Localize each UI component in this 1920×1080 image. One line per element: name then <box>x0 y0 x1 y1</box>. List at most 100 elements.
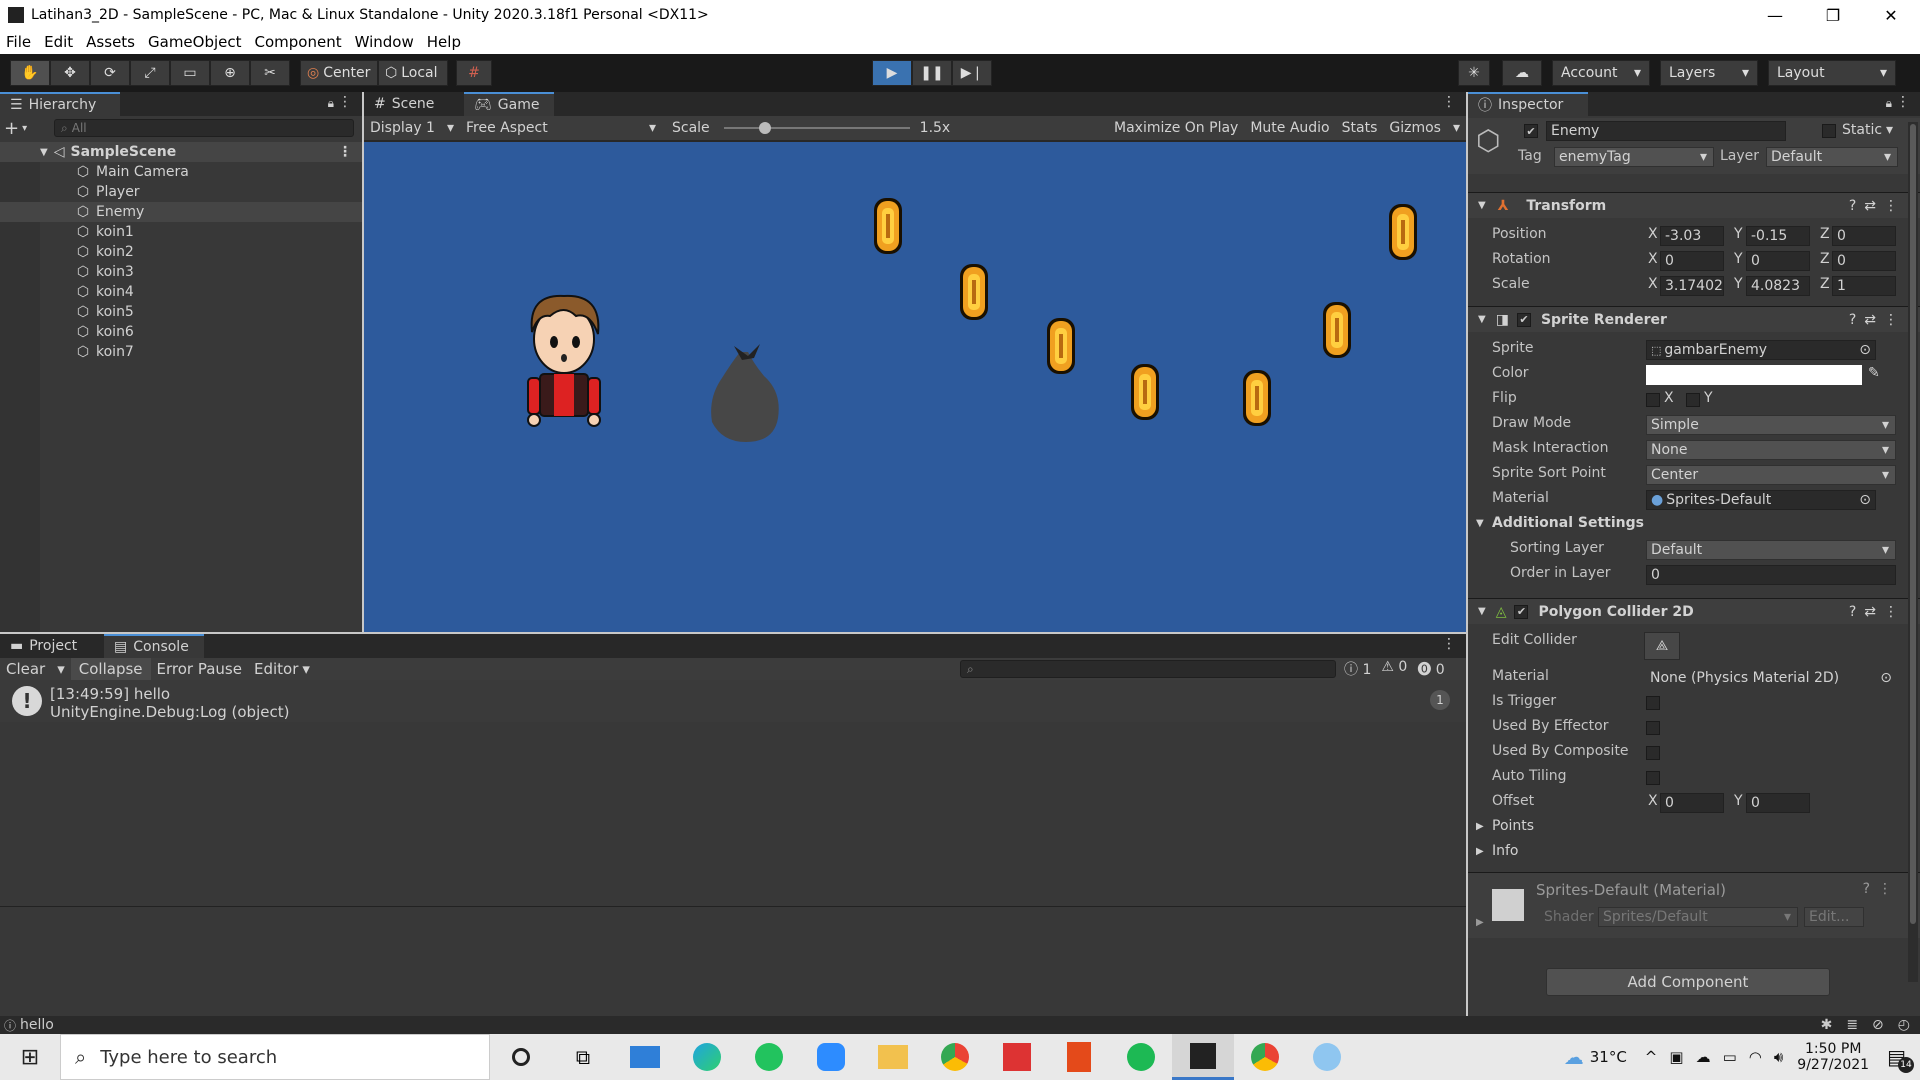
hierarchy-item[interactable]: ⬡ Enemy <box>0 202 362 222</box>
scale-y-field[interactable]: 4.0823 <box>1746 276 1810 296</box>
chrome-icon[interactable] <box>924 1034 986 1080</box>
edit-collider-button[interactable]: ⟁ <box>1644 632 1680 660</box>
object-picker-icon[interactable]: ⊙ <box>1880 670 1892 686</box>
gizmos-toggle[interactable]: Gizmos <box>1383 120 1447 136</box>
sprite-renderer-header[interactable]: ▼ ◨ ✔ Sprite Renderer ?⇄⋮ <box>1468 306 1920 332</box>
weather-temp[interactable]: 31°C <box>1590 1048 1627 1066</box>
offset-y-field[interactable]: 0 <box>1746 793 1810 813</box>
wifi-icon[interactable]: ◠ <box>1749 1048 1762 1066</box>
hierarchy-item[interactable]: ⬡ koin2 <box>0 242 362 262</box>
scale-z-field[interactable]: 1 <box>1832 276 1896 296</box>
position-x-field[interactable]: -3.03 <box>1660 226 1724 246</box>
sprite-renderer-enabled-checkbox[interactable]: ✔ <box>1516 312 1531 327</box>
object-picker-icon[interactable]: ⊙ <box>1859 342 1871 358</box>
menu-help[interactable]: Help <box>427 33 461 51</box>
scroll-thumb[interactable] <box>1910 124 1916 924</box>
more-options-icon[interactable]: ⋮ <box>1442 636 1456 652</box>
notification-icon[interactable]: ▤ 14 <box>1887 1045 1914 1073</box>
auto-tiling-checkbox[interactable] <box>1646 771 1660 785</box>
move-tool-icon[interactable]: ✥ <box>50 60 90 86</box>
error-pause-toggle[interactable]: Error Pause <box>151 660 248 678</box>
hierarchy-item[interactable]: ⬡ koin7 <box>0 342 362 362</box>
network-icon[interactable]: ≣ <box>1846 1017 1858 1033</box>
log-count-toggle[interactable]: ⓘ 1 <box>1344 659 1371 679</box>
sprite-field[interactable]: ⬚ gambarEnemy ⊙ <box>1646 340 1876 360</box>
spotify-icon[interactable] <box>1110 1034 1172 1080</box>
stats-toggle[interactable]: Stats <box>1336 120 1384 136</box>
more-options-icon[interactable]: ⋮ <box>338 94 352 110</box>
is-trigger-checkbox[interactable] <box>1646 696 1660 710</box>
chevron-down-icon[interactable]: ▾ <box>1447 120 1466 136</box>
scale-slider-track[interactable] <box>723 122 910 134</box>
cloud-icon[interactable]: ☁ <box>1502 60 1542 86</box>
add-component-button[interactable]: Add Component <box>1546 968 1830 996</box>
rotation-z-field[interactable]: 0 <box>1832 251 1896 271</box>
sorting-layer-dropdown[interactable]: Default ▾ <box>1646 540 1896 560</box>
polygon-enabled-checkbox[interactable]: ✔ <box>1514 604 1529 619</box>
windows-start-icon[interactable]: ⊞ <box>0 1034 60 1080</box>
task-view-icon[interactable]: ⧉ <box>552 1034 614 1080</box>
tab-game[interactable]: 🎮︎ Game <box>464 92 554 116</box>
tab-scene[interactable]: # Scene <box>364 92 464 116</box>
lock-icon[interactable]: 🔒︎ <box>1886 96 1892 111</box>
menu-window[interactable]: Window <box>355 33 414 51</box>
grid-snap-icon[interactable]: # <box>456 60 492 86</box>
maximize-on-play-toggle[interactable]: Maximize On Play <box>1108 120 1244 136</box>
transform-header[interactable]: ▼ ⅄ Transform ?⇄⋮ <box>1468 192 1920 218</box>
hierarchy-item[interactable]: ⬡ koin3 <box>0 262 362 282</box>
order-in-layer-field[interactable]: 0 <box>1646 565 1896 585</box>
lock-icon[interactable]: 🔒︎ <box>328 96 334 111</box>
offset-x-field[interactable]: 0 <box>1660 793 1724 813</box>
error-count-toggle[interactable]: ⓿ 0 <box>1417 659 1444 679</box>
flip-y-checkbox[interactable] <box>1686 393 1700 407</box>
restore-button[interactable]: ❐ <box>1804 0 1862 30</box>
taskbar-search-input[interactable]: ⌕ Type here to search <box>60 1034 490 1080</box>
hierarchy-item[interactable]: ⬡ Player <box>0 182 362 202</box>
mute-audio-toggle[interactable]: Mute Audio <box>1244 120 1335 136</box>
onedrive-icon[interactable]: ☁ <box>1696 1048 1711 1066</box>
scale-x-field[interactable]: 3.17402 <box>1660 276 1724 296</box>
rotation-x-field[interactable]: 0 <box>1660 251 1724 271</box>
flip-x-checkbox[interactable] <box>1646 393 1660 407</box>
console-entry[interactable]: ! [13:49:59] hello UnityEngine.Debug:Log… <box>0 680 1466 722</box>
layout-dropdown[interactable]: Layout ▾ <box>1768 60 1896 86</box>
draw-mode-dropdown[interactable]: Simple ▾ <box>1646 415 1896 435</box>
custom-tool-icon[interactable]: ✂ <box>250 60 290 86</box>
clear-dropdown[interactable]: Clear ▾ <box>0 660 71 678</box>
menu-file[interactable]: File <box>6 33 31 51</box>
tag-dropdown[interactable]: enemyTag ▾ <box>1554 147 1714 167</box>
active-checkbox[interactable]: ✔ <box>1524 124 1538 138</box>
minimize-button[interactable]: — <box>1746 0 1804 30</box>
expand-arrow-icon[interactable]: ▶ <box>1476 917 1484 928</box>
tab-inspector[interactable]: ⓘ Inspector <box>1468 92 1588 116</box>
polygon-collider-header[interactable]: ▼ ◬ ✔ Polygon Collider 2D ?⇄⋮ <box>1468 598 1920 624</box>
pc-material-field[interactable]: None (Physics Material 2D) ⊙ <box>1646 668 1896 688</box>
collab-icon[interactable]: ✳ <box>1458 60 1490 86</box>
more-options-icon[interactable]: ⋮ <box>1442 94 1456 110</box>
component-actions-icon[interactable]: ?⇄⋮ <box>1849 198 1906 214</box>
chrome-profile-icon[interactable] <box>1234 1034 1296 1080</box>
static-dropdown[interactable]: Static ▾ <box>1842 122 1893 138</box>
tab-project[interactable]: ▬ Project <box>0 634 104 658</box>
step-button[interactable]: ▶❘ <box>952 60 992 86</box>
hand-tool-icon[interactable]: ✋ <box>10 60 50 86</box>
layers-dropdown[interactable]: Layers ▾ <box>1660 60 1758 86</box>
transform-tool-icon[interactable]: ⊕ <box>210 60 250 86</box>
scale-tool-icon[interactable]: ⤢ <box>130 60 170 86</box>
inspector-scrollbar[interactable] <box>1908 122 1918 982</box>
position-y-field[interactable]: -0.15 <box>1746 226 1810 246</box>
pivot-local-button[interactable]: ⬡ Local <box>378 60 448 86</box>
scene-root[interactable]: ▼ ◁ SampleScene ⋮ <box>0 142 362 162</box>
edge-icon[interactable] <box>676 1034 738 1080</box>
gameobject-name-field[interactable]: Enemy <box>1546 121 1786 141</box>
winrar-icon[interactable] <box>986 1034 1048 1080</box>
tab-hierarchy[interactable]: ☰ Hierarchy <box>0 92 120 116</box>
menu-component[interactable]: Component <box>255 33 342 51</box>
info-foldout[interactable]: ▶ Info <box>1468 843 1920 865</box>
sort-point-dropdown[interactable]: Center ▾ <box>1646 465 1896 485</box>
shader-edit-button[interactable]: Edit... <box>1804 907 1864 927</box>
menu-assets[interactable]: Assets <box>86 33 135 51</box>
scene-options-icon[interactable]: ⋮ <box>338 144 352 160</box>
hierarchy-item[interactable]: ⬡ koin1 <box>0 222 362 242</box>
menu-edit[interactable]: Edit <box>44 33 73 51</box>
